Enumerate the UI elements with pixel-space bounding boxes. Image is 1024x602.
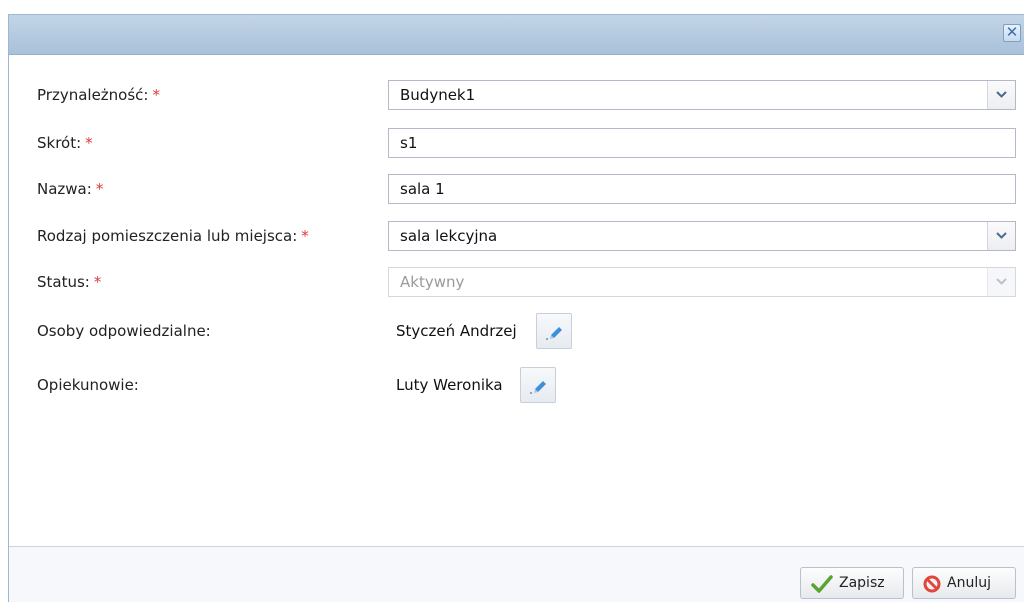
required-marker: * <box>152 86 160 104</box>
form-row-status: Status: * Aktywny <box>9 267 1024 297</box>
form-row-room-type: Rodzaj pomieszczenia lub miejsca: * sala … <box>9 221 1024 251</box>
cancel-icon <box>923 575 941 593</box>
required-marker: * <box>95 180 104 198</box>
required-marker: * <box>93 273 102 291</box>
membership-select[interactable]: Budynek1 <box>388 80 1016 110</box>
guardians-label: Opiekunowie: <box>37 376 139 394</box>
chevron-down-icon <box>996 278 1007 285</box>
dropdown-trigger[interactable] <box>987 222 1015 250</box>
guardians-value: Luty Weronika <box>396 376 503 394</box>
edit-responsible-button[interactable] <box>536 313 572 349</box>
abbreviation-value: s1 <box>400 134 418 152</box>
status-select: Aktywny <box>388 267 1016 297</box>
dropdown-trigger <box>987 268 1015 296</box>
form-row-responsible: Osoby odpowiedzialne: Styczeń Andrzej <box>9 313 1024 349</box>
save-label: Zapisz <box>839 575 885 591</box>
required-marker: * <box>301 227 309 245</box>
pencil-icon <box>546 327 562 340</box>
membership-value: Budynek1 <box>400 86 476 104</box>
status-value: Aktywny <box>400 273 465 291</box>
status-label: Status: * <box>37 273 102 291</box>
name-label: Nazwa: * <box>37 180 104 198</box>
dialog-footer: Zapisz Anuluj <box>9 546 1024 602</box>
room-type-label: Rodzaj pomieszczenia lub miejsca: * <box>37 227 309 245</box>
room-type-select[interactable]: sala lekcyjna <box>388 221 1016 251</box>
required-marker: * <box>85 134 93 152</box>
form-row-abbreviation: Skrót: * s1 <box>9 128 1024 158</box>
cancel-button[interactable]: Anuluj <box>912 567 1016 599</box>
responsible-value: Styczeń Andrzej <box>396 322 517 340</box>
room-type-value: sala lekcyjna <box>400 227 498 245</box>
name-input[interactable]: sala 1 <box>388 174 1016 204</box>
form-row-membership: Przynależność: * Budynek1 <box>9 80 1024 110</box>
name-value: sala 1 <box>400 180 445 198</box>
membership-label: Przynależność: * <box>37 86 160 104</box>
dropdown-trigger[interactable] <box>987 81 1015 109</box>
chevron-down-icon <box>996 232 1007 239</box>
chevron-down-icon <box>996 91 1007 98</box>
abbreviation-input[interactable]: s1 <box>388 128 1016 158</box>
check-icon <box>811 575 833 593</box>
close-icon: ✕ <box>1005 23 1019 41</box>
responsible-label: Osoby odpowiedzialne: <box>37 322 211 340</box>
edit-guardians-button[interactable] <box>520 367 556 403</box>
form-row-guardians: Opiekunowie: Luty Weronika <box>9 367 1024 403</box>
dialog-titlebar: ✕ <box>9 15 1024 55</box>
close-button[interactable]: ✕ <box>1003 24 1021 42</box>
abbreviation-label: Skrót: * <box>37 134 93 152</box>
save-button[interactable]: Zapisz <box>800 567 904 599</box>
pencil-icon <box>530 381 546 394</box>
cancel-label: Anuluj <box>947 575 991 591</box>
dialog-window: ✕ Przynależność: * Budynek1 Skrót: * s1 Na… <box>8 14 1024 602</box>
form-row-name: Nazwa: * sala 1 <box>9 174 1024 204</box>
